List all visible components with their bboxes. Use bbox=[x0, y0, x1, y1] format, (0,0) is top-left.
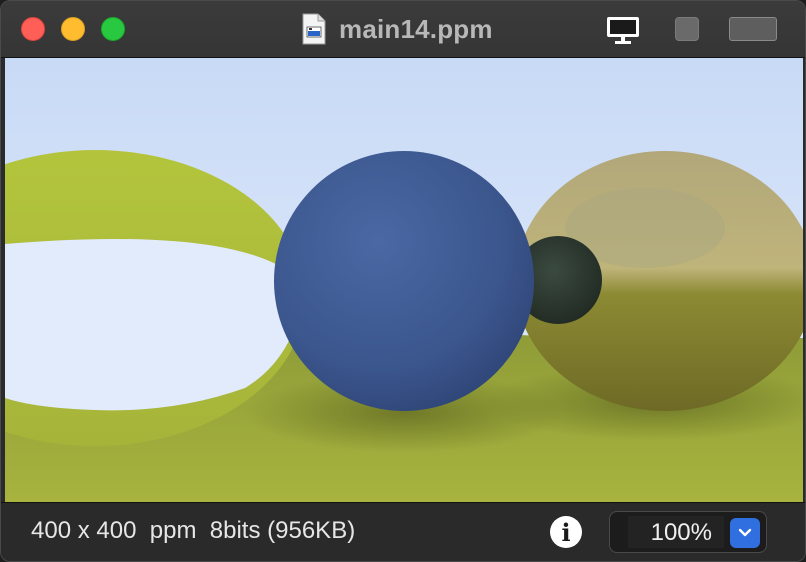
status-bar: 400 x 400 ppm 8bits (956KB) i 100% bbox=[1, 502, 805, 561]
chevron-down-icon bbox=[738, 528, 752, 537]
image-info-text: 400 x 400 ppm 8bits (956KB) bbox=[31, 517, 356, 544]
window-title: main14.ppm bbox=[339, 13, 493, 44]
minimize-button[interactable] bbox=[61, 17, 85, 41]
monitor-icon[interactable] bbox=[605, 15, 641, 45]
zoom-dropdown-button[interactable] bbox=[730, 518, 760, 548]
image-viewer[interactable] bbox=[5, 58, 803, 504]
close-button[interactable] bbox=[21, 17, 45, 41]
preview-window: main14.ppm 400 x 400 ppm 8bits (956KB) i… bbox=[0, 0, 806, 562]
maximize-button[interactable] bbox=[101, 17, 125, 41]
rendered-scene-image bbox=[5, 58, 803, 504]
info-icon[interactable]: i bbox=[550, 516, 582, 548]
rectangle-icon[interactable] bbox=[729, 17, 777, 41]
zoom-control[interactable]: 100% bbox=[609, 511, 767, 553]
zoom-value[interactable]: 100% bbox=[651, 519, 712, 547]
document-image-icon bbox=[302, 13, 326, 45]
title-bar[interactable]: main14.ppm bbox=[1, 1, 805, 58]
window-title-group: main14.ppm bbox=[301, 11, 493, 47]
square-icon[interactable] bbox=[675, 17, 699, 41]
